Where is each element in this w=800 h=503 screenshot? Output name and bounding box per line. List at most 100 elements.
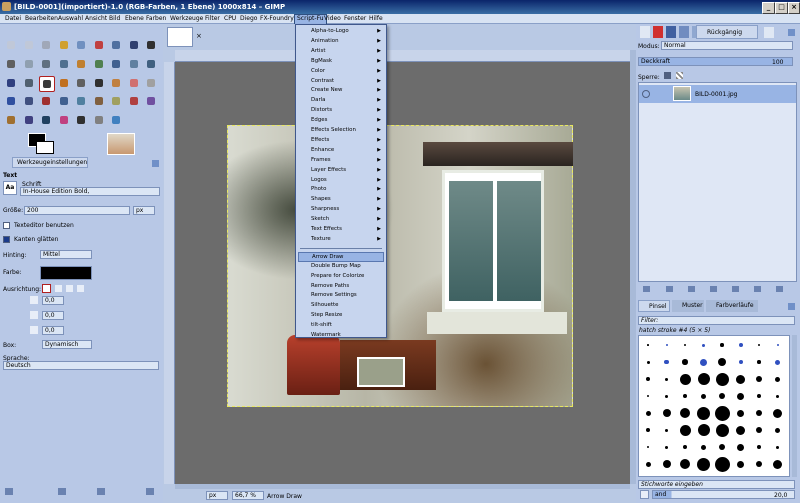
brush-swatch[interactable]: [719, 444, 725, 450]
brush-swatch[interactable]: [647, 395, 649, 397]
size-unit-select[interactable]: px: [133, 206, 155, 215]
channels-tab-icon[interactable]: [653, 26, 663, 38]
submenu-item[interactable]: Alpha-to-Logo ▶: [298, 27, 384, 37]
close-button[interactable]: ×: [788, 2, 800, 14]
tab-tool-options[interactable]: Werkzeugeinstellungen: [12, 157, 88, 168]
menu-bild[interactable]: Bild: [107, 14, 122, 24]
script-item[interactable]: Silhouette: [298, 301, 384, 311]
script-item[interactable]: Double Bump Map: [298, 262, 384, 272]
brush-tag-input[interactable]: Stichworte eingeben: [638, 480, 795, 489]
menu-fenster[interactable]: Fenster: [342, 14, 368, 24]
submenu-item[interactable]: Layer Effects ▶: [298, 166, 384, 176]
brush-swatch[interactable]: [719, 393, 725, 399]
warp-tool-icon[interactable]: [144, 94, 158, 108]
eraser-tool-icon[interactable]: [127, 76, 141, 90]
zoom-tool-icon[interactable]: [4, 57, 18, 71]
brush-swatch[interactable]: [756, 376, 762, 382]
brush-swatch[interactable]: [776, 394, 779, 398]
paintbrush-tool-icon[interactable]: [109, 76, 123, 90]
brush-swatch[interactable]: [757, 394, 761, 398]
brush-swatch[interactable]: [715, 372, 729, 386]
tab-gradients[interactable]: Farbverläufe: [706, 300, 758, 312]
menu-video[interactable]: Video: [322, 14, 343, 24]
text-tool-icon[interactable]: [39, 75, 55, 92]
justify-left-icon[interactable]: [42, 284, 51, 293]
justify-right-icon[interactable]: [55, 285, 62, 292]
align-tool-icon[interactable]: [57, 57, 71, 71]
brushes-panel-menu-icon[interactable]: [788, 303, 795, 310]
tab-brushes[interactable]: Pinsel: [638, 300, 670, 312]
brush-swatch[interactable]: [646, 360, 650, 364]
submenu-item[interactable]: Photo ▶: [298, 185, 384, 195]
brushes-icon[interactable]: [764, 27, 774, 38]
submenu-item[interactable]: Texture ▶: [298, 235, 384, 245]
script-item[interactable]: Arrow Draw: [298, 251, 384, 262]
brush-swatch[interactable]: [665, 445, 668, 449]
submenu-item[interactable]: BgMask ▶: [298, 57, 384, 67]
delete-options-icon[interactable]: [97, 488, 105, 495]
dodge-burn-tool-icon[interactable]: [109, 94, 123, 108]
reset-options-icon[interactable]: [146, 488, 154, 495]
brush-swatch[interactable]: [738, 343, 743, 347]
brush-swatch[interactable]: [664, 359, 669, 365]
desaturate-tool-icon[interactable]: [92, 113, 106, 127]
brush-swatch[interactable]: [756, 427, 762, 433]
brush-swatch[interactable]: [736, 425, 745, 435]
save-options-icon[interactable]: [5, 488, 13, 495]
shear-tool-icon[interactable]: [127, 57, 141, 71]
tab-undo[interactable]: Rückgängig: [696, 25, 758, 39]
brush-scrollbar[interactable]: [792, 335, 797, 477]
brush-swatch[interactable]: [775, 359, 780, 365]
brush-swatch[interactable]: [715, 423, 729, 437]
brush-swatch[interactable]: [683, 445, 687, 449]
perspective-clone-tool-icon[interactable]: [57, 94, 71, 108]
menu-fx-foundry[interactable]: FX-Foundry: [258, 14, 296, 24]
submenu-item[interactable]: Artist ▶: [298, 47, 384, 57]
submenu-item[interactable]: Create New ▶: [298, 86, 384, 96]
brush-swatch[interactable]: [718, 358, 726, 366]
color-picker-tool-icon[interactable]: [144, 38, 158, 52]
use-editor-checkbox[interactable]: [3, 222, 10, 229]
submenu-item[interactable]: Effects ▶: [298, 136, 384, 146]
brush-swatch[interactable]: [714, 456, 730, 472]
submenu-item[interactable]: Contrast ▶: [298, 77, 384, 87]
brush-swatch[interactable]: [683, 343, 687, 347]
brush-swatch[interactable]: [738, 360, 743, 364]
zoom-select[interactable]: 66,7 %: [232, 491, 264, 500]
rect-select-tool-icon[interactable]: [4, 38, 18, 52]
crop-tool-icon[interactable]: [74, 57, 88, 71]
maximize-button[interactable]: □: [775, 2, 788, 14]
move-tool-icon[interactable]: [39, 57, 53, 71]
foreground-select-tool-icon[interactable]: [109, 38, 123, 52]
brush-swatch[interactable]: [701, 444, 706, 450]
measure-tool-icon[interactable]: [22, 57, 36, 71]
submenu-item[interactable]: Distorts ▶: [298, 106, 384, 116]
colorize-tool-icon[interactable]: [109, 113, 123, 127]
layers-panel-menu-icon[interactable]: [788, 29, 795, 36]
lock-alpha-icon[interactable]: [676, 72, 683, 79]
menu-werkzeuge[interactable]: Werkzeuge: [168, 14, 205, 24]
menu-auswahl[interactable]: Auswahl: [56, 14, 85, 24]
justify-center-icon[interactable]: [66, 285, 73, 292]
brush-swatch[interactable]: [756, 461, 762, 467]
flip-tool-icon[interactable]: [4, 76, 18, 90]
blend-tool-icon[interactable]: [74, 76, 88, 90]
brush-swatch[interactable]: [665, 344, 668, 346]
brush-swatch[interactable]: [737, 443, 744, 451]
threshold-tool-icon[interactable]: [74, 113, 88, 127]
menu-hilfe[interactable]: Hilfe: [367, 14, 385, 24]
submenu-item[interactable]: Darla ▶: [298, 96, 384, 106]
brush-swatch[interactable]: [701, 393, 706, 399]
brush-swatch[interactable]: [697, 457, 710, 471]
brush-swatch[interactable]: [683, 394, 687, 398]
new-layer-icon[interactable]: [643, 286, 650, 292]
script-item[interactable]: Step Resize: [298, 311, 384, 321]
script-item[interactable]: Watermark: [298, 331, 384, 341]
brush-swatch[interactable]: [682, 359, 688, 365]
brush-swatch[interactable]: [646, 377, 650, 381]
pencil-tool-icon[interactable]: [92, 76, 106, 90]
brush-swatch[interactable]: [697, 373, 710, 385]
menu-ebene[interactable]: Ebene: [123, 14, 146, 24]
submenu-item[interactable]: Effects Selection ▶: [298, 126, 384, 136]
brush-swatch[interactable]: [662, 409, 671, 417]
